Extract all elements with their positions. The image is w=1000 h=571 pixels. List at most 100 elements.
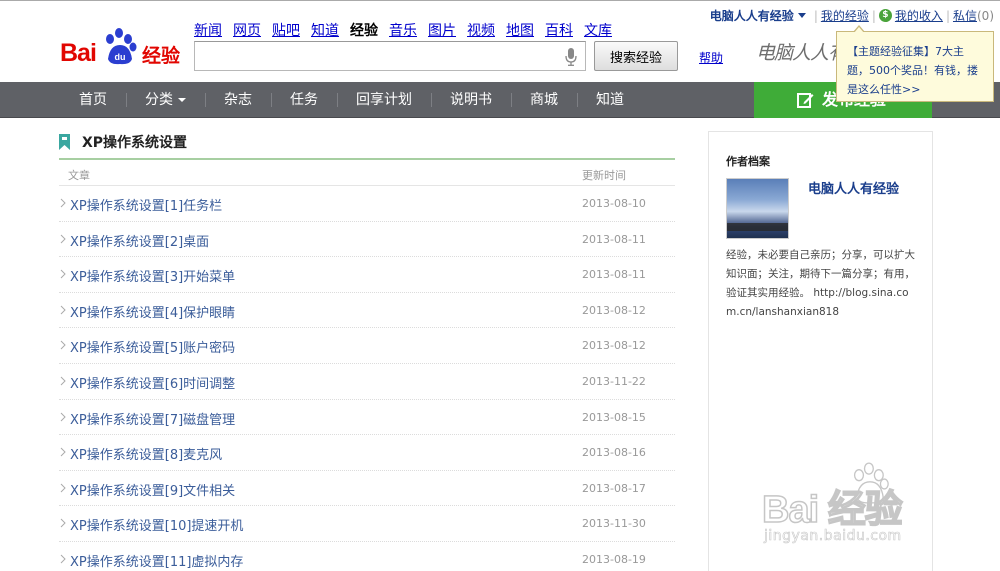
article-link[interactable]: XP操作系统设置[3]开始菜单	[70, 266, 235, 285]
article-date: 2013-08-16	[582, 446, 646, 460]
help-link[interactable]: 帮助	[699, 49, 723, 66]
article-date: 2013-08-12	[582, 303, 646, 317]
topnav-images[interactable]: 图片	[428, 20, 456, 40]
article-date: 2013-08-10	[582, 197, 646, 210]
paw-logo-icon: du	[106, 28, 137, 65]
username-menu[interactable]: 电脑人人有经验	[710, 7, 794, 24]
topnav-news[interactable]: 新闻	[194, 20, 222, 40]
avatar[interactable]	[726, 178, 789, 239]
article-link[interactable]: XP操作系统设置[2]桌面	[70, 231, 209, 250]
header: Bai du 经验 新闻 网页 贴吧 知道 经验 音乐 图片 视频 地图 百科 …	[0, 0, 1000, 102]
nav-item-label: 分类	[145, 92, 173, 108]
table-row: XP操作系统设置[3]开始菜单 2013-08-11	[59, 257, 675, 293]
table-row: XP操作系统设置[4]保护眼睛 2013-08-12	[59, 293, 675, 329]
promo-tooltip[interactable]: 【主题经验征集】7大主题，500个奖品！有钱，搂是这么任性>>	[836, 25, 994, 102]
list-header: XP操作系统设置	[59, 128, 675, 158]
nav-item-mall[interactable]: 商城	[511, 82, 577, 118]
chevron-right-icon	[60, 554, 66, 564]
baidu-jingyan-logo[interactable]: Bai du 经验	[60, 27, 185, 67]
nav-item-share-plan[interactable]: 回享计划	[337, 82, 431, 118]
signature-image: 电脑人人有	[756, 42, 847, 64]
table-header: 文章 更新时间	[59, 160, 675, 186]
nav-item-magazine[interactable]: 杂志	[205, 82, 271, 118]
table-row: XP操作系统设置[7]磁盘管理 2013-08-15	[59, 400, 675, 436]
column-header-updated: 更新时间	[582, 169, 626, 182]
topnav-baike[interactable]: 百科	[545, 20, 573, 40]
nav-item-tasks[interactable]: 任务	[271, 82, 337, 118]
article-link[interactable]: XP操作系统设置[4]保护眼睛	[70, 302, 235, 321]
column-header-article: 文章	[68, 169, 90, 182]
nav-item-label: 商城	[530, 92, 558, 108]
article-link[interactable]: XP操作系统设置[9]文件相关	[70, 480, 235, 499]
article-date: 2013-08-12	[582, 339, 646, 353]
nav-item-home[interactable]: 首页	[60, 82, 126, 118]
my-experience-link[interactable]: 我的经验	[821, 7, 869, 24]
sidebar-title: 作者档案	[726, 155, 770, 168]
topnav-video[interactable]: 视频	[467, 20, 495, 40]
bookmark-icon	[59, 134, 70, 150]
article-date: 2013-08-11	[582, 268, 646, 282]
nav-item-category[interactable]: 分类	[126, 82, 205, 118]
author-name-link[interactable]: 电脑人人有经验	[808, 178, 899, 197]
topnav-tieba[interactable]: 贴吧	[272, 20, 300, 40]
search-box	[194, 41, 586, 71]
nav-item-label: 任务	[290, 92, 318, 108]
nav-item-label: 回享计划	[356, 92, 412, 108]
topnav-music[interactable]: 音乐	[389, 20, 417, 40]
chevron-right-icon	[60, 447, 66, 457]
baidu-watermark: Bai 经验 jingyan.baidu.com	[761, 462, 972, 552]
divider: |	[871, 8, 876, 23]
divider: |	[813, 8, 818, 23]
article-link[interactable]: XP操作系统设置[10]提速开机	[70, 515, 243, 534]
coin-icon: $	[878, 9, 892, 22]
table-row: XP操作系统设置[1]任务栏 2013-08-10	[59, 186, 675, 222]
search-input[interactable]	[195, 42, 555, 70]
table-row: XP操作系统设置[5]账户密码 2013-08-12	[59, 328, 675, 364]
message-count: (0)	[977, 8, 994, 23]
table-row: XP操作系统设置[8]麦克风 2013-08-16	[59, 435, 675, 471]
logo-text-bai: Bai	[60, 39, 97, 67]
article-link[interactable]: XP操作系统设置[7]磁盘管理	[70, 409, 235, 428]
chevron-right-icon	[60, 518, 66, 528]
article-date: 2013-08-11	[582, 232, 646, 246]
table-row: XP操作系统设置[9]文件相关 2013-08-17	[59, 471, 675, 507]
topnav-zhidao[interactable]: 知道	[311, 20, 339, 40]
my-income-link[interactable]: 我的收入	[895, 7, 943, 24]
search-button[interactable]: 搜索经验	[594, 41, 678, 71]
nav-item-label: 说明书	[450, 92, 492, 108]
article-link[interactable]: XP操作系统设置[11]虚拟内存	[70, 551, 243, 570]
article-link[interactable]: XP操作系统设置[8]麦克风	[70, 444, 222, 463]
article-link[interactable]: XP操作系统设置[1]任务栏	[70, 195, 222, 214]
topnav-jingyan[interactable]: 经验	[350, 20, 378, 40]
tooltip-link[interactable]: 【主题经验征集】	[847, 45, 935, 58]
topnav-web[interactable]: 网页	[233, 20, 261, 40]
chevron-right-icon	[60, 234, 66, 243]
nav-item-manuals[interactable]: 说明书	[431, 82, 511, 118]
author-bio: 经验，未必要自己亲历；分享，可以扩大知识面；关注，期待下一篇分享；有用，验证其实…	[726, 249, 915, 318]
messages-link[interactable]: 私信	[953, 7, 977, 24]
watermark-url: jingyan.baidu.com	[764, 528, 902, 545]
chevron-right-icon	[60, 341, 66, 350]
avatar-caption-bar	[727, 223, 788, 231]
product-nav: 新闻 网页 贴吧 知道 经验 音乐 图片 视频 地图 百科 文库	[194, 20, 612, 40]
table-row: XP操作系统设置[6]时间调整 2013-11-22	[59, 364, 675, 400]
chevron-right-icon	[60, 412, 66, 421]
chevron-right-icon	[60, 305, 66, 315]
article-date: 2013-11-22	[582, 374, 646, 388]
article-link[interactable]: XP操作系统设置[6]时间调整	[70, 373, 235, 392]
watermark-brand: Bai 经验	[761, 488, 903, 532]
article-date: 2013-11-30	[582, 517, 646, 531]
topnav-map[interactable]: 地图	[506, 20, 534, 40]
microphone-icon[interactable]	[565, 48, 577, 66]
article-link[interactable]: XP操作系统设置[5]账户密码	[70, 337, 235, 356]
chevron-down-icon[interactable]	[797, 13, 806, 18]
nav-item-label: 杂志	[224, 92, 252, 108]
tooltip-arrow-inner	[854, 27, 864, 33]
svg-text:du: du	[115, 52, 126, 62]
nav-item-label: 知道	[596, 92, 624, 108]
topnav-wenku[interactable]: 文库	[584, 20, 612, 40]
logo-text-jingyan: 经验	[142, 45, 181, 67]
table-row: XP操作系统设置[11]虚拟内存 2013-08-19	[59, 542, 675, 571]
table-row: XP操作系统设置[10]提速开机 2013-11-30	[59, 506, 675, 542]
nav-item-zhidao[interactable]: 知道	[577, 82, 643, 118]
